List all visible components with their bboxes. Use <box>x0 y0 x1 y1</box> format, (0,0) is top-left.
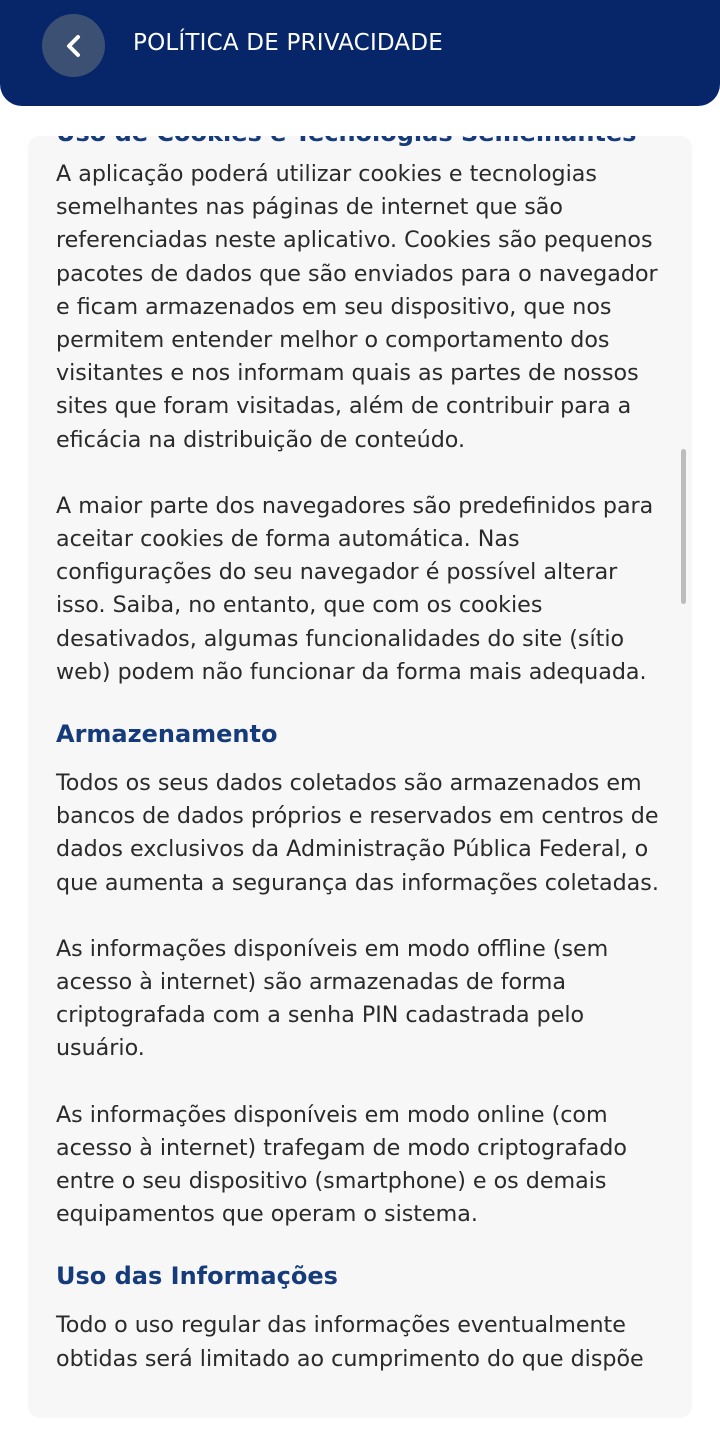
cookies-paragraph-2: A maior parte dos navegadores são predef… <box>56 492 654 685</box>
storage-paragraph-3: As informações disponíveis em modo onlin… <box>56 1101 627 1228</box>
section-title-storage: Armazenamento <box>56 720 278 749</box>
app-header: POLÍTICA DE PRIVACIDADE <box>0 0 720 106</box>
section-title-cookies: Uso de Cookies e Tecnologias Semelhantes <box>56 136 636 147</box>
privacy-policy-content[interactable]: Uso de Cookies e Tecnologias Semelhantes… <box>28 136 692 1418</box>
cookies-paragraph-1: A aplicação poderá utilizar cookies e te… <box>56 161 658 453</box>
back-button[interactable] <box>42 14 105 77</box>
privacy-policy-screen: POLÍTICA DE PRIVACIDADE Uso de Cookies e… <box>0 0 720 1436</box>
usage-paragraph-1: Todo o uso regular das informações event… <box>56 1312 644 1372</box>
vertical-scrollbar[interactable] <box>681 449 686 604</box>
section-title-usage: Uso das Informações <box>56 1262 338 1291</box>
page-title: POLÍTICA DE PRIVACIDADE <box>133 30 444 56</box>
storage-paragraph-2: As informações disponíveis em modo offli… <box>56 935 609 1062</box>
storage-paragraph-1: Todos os seus dados coletados são armaze… <box>56 770 659 896</box>
chevron-left-icon <box>66 34 80 57</box>
policy-text-column: A aplicação poderá utilizar cookies e te… <box>56 158 664 1376</box>
